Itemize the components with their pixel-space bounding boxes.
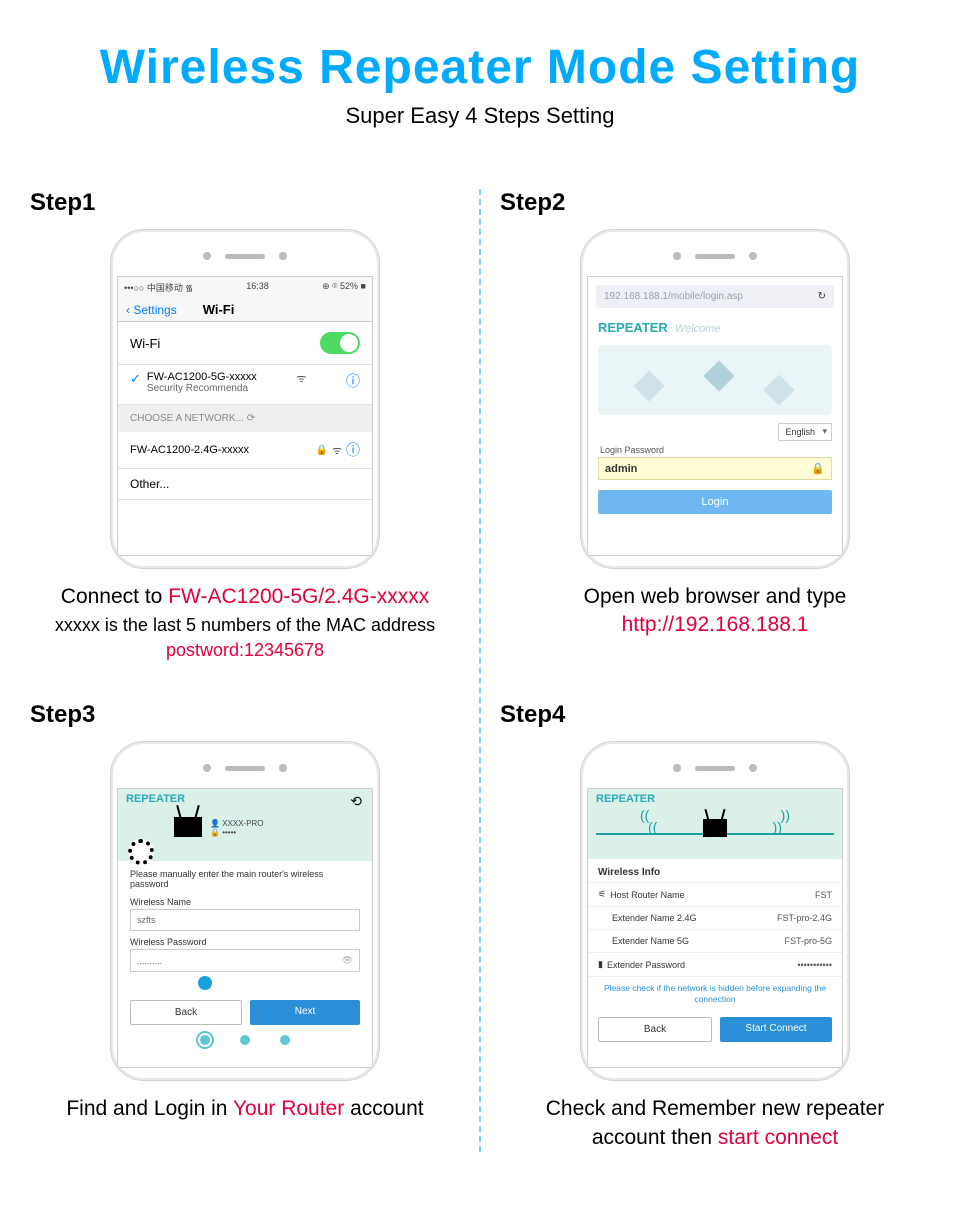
login-password-field[interactable]: admin 🔒	[598, 457, 832, 480]
brand-text: REPEATER	[126, 793, 185, 805]
steps-grid: Step1 •••○○ 中国移动 ᯾ 16:38 ⊕ ⌾ 52% ■ ‹ Set…	[30, 189, 930, 1152]
illustration	[598, 345, 832, 415]
url-bar[interactable]: 192.168.188.1/mobile/login.asp ↻	[596, 285, 834, 308]
connected-network-row[interactable]: ✓ FW-AC1200-5G-xxxxx Security Recommenda…	[118, 365, 372, 405]
other-network-row[interactable]: Other...	[118, 469, 372, 500]
step1-label: Step1	[30, 189, 460, 217]
wireless-password-label: Wireless Password	[130, 937, 360, 947]
wifi-signal-icon: ᯤ	[332, 443, 342, 458]
brand-header: REPEATER Welcome	[588, 314, 842, 339]
router-login-screen: REPEATER ⟲ 👤 XXXX-PRO🔒 ••••• Please manu…	[117, 788, 373, 1068]
lock-icon: 🔒	[316, 445, 328, 456]
phone-mockup-3: REPEATER ⟲ 👤 XXXX-PRO🔒 ••••• Please manu…	[110, 741, 380, 1081]
slider-handle-icon	[198, 976, 212, 990]
wireless-password-input[interactable]: .......... 👁	[130, 949, 360, 972]
welcome-text: Welcome	[675, 323, 721, 335]
info-icon[interactable]: ⓘ	[346, 440, 360, 460]
other-label: Other...	[130, 477, 169, 491]
language-select[interactable]: English	[778, 423, 832, 441]
network-item-1[interactable]: FW-AC1200-2.4G-xxxxx 🔒 ᯤ ⓘ	[118, 432, 372, 469]
start-connect-button[interactable]: Start Connect	[720, 1017, 832, 1042]
url-text: 192.168.188.1/mobile/login.asp	[604, 291, 743, 302]
host-router-icon: ⚟	[598, 889, 606, 900]
network-ssid: FW-AC1200-2.4G-xxxxx	[130, 444, 249, 456]
nav-bar: ‹ Settings Wi-Fi	[118, 298, 372, 322]
step-2: Step2 192.168.188.1/mobile/login.asp ↻ R…	[500, 189, 930, 661]
step2-caption-url: http://192.168.188.1	[500, 611, 930, 639]
info-row-password: ▮Extender Password •••••••••••	[588, 952, 842, 976]
status-time: 16:38	[246, 281, 269, 294]
wireless-name-label: Wireless Name	[130, 897, 360, 907]
extender-icon: ▮	[598, 959, 603, 970]
phone-mockup-4: REPEATER (( (( )) )) Wireless Info ⚟Host…	[580, 741, 850, 1081]
step4-caption-line1: Check and Remember new repeater	[500, 1095, 930, 1123]
wifi-signal-icon: ᯤ	[296, 371, 306, 386]
back-button[interactable]: ‹ Settings	[126, 303, 177, 317]
status-bar: •••○○ 中国移动 ᯾ 16:38 ⊕ ⌾ 52% ■	[118, 277, 372, 298]
repeater-header: REPEATER (( (( )) ))	[588, 789, 842, 859]
wifi-toggle-row[interactable]: Wi-Fi	[118, 322, 372, 365]
step3-label: Step3	[30, 701, 460, 729]
progress-dots	[130, 1035, 360, 1045]
eye-icon[interactable]: 👁	[342, 955, 353, 966]
brand-text: REPEATER	[598, 320, 668, 335]
phone-mockup-1: •••○○ 中国移动 ᯾ 16:38 ⊕ ⌾ 52% ■ ‹ Settings …	[110, 229, 380, 569]
step2-caption: Open web browser and type	[500, 583, 930, 611]
router-icon	[174, 817, 202, 837]
reload-icon[interactable]: ↻	[818, 291, 826, 302]
wifi-label: Wi-Fi	[130, 336, 160, 351]
info-row-host: ⚟Host Router Name FST	[588, 882, 842, 906]
step-3: Step3 REPEATER ⟲ 👤 XXXX-PRO🔒 ••••• Pleas…	[30, 701, 460, 1152]
login-password-label: Login Password	[588, 441, 842, 457]
router-icon	[703, 819, 727, 837]
login-page-screen: 192.168.188.1/mobile/login.asp ↻ REPEATE…	[587, 276, 843, 556]
router-credentials: 👤 XXXX-PRO🔒 •••••	[210, 819, 264, 837]
checkmark-icon: ✓	[130, 371, 141, 387]
step2-label: Step2	[500, 189, 930, 217]
wifi-settings-screen: •••○○ 中国移动 ᯾ 16:38 ⊕ ⌾ 52% ■ ‹ Settings …	[117, 276, 373, 556]
step4-caption-line2: account then start connect	[500, 1124, 930, 1152]
phone-notch	[117, 236, 373, 276]
wireless-info-heading: Wireless Info	[588, 859, 842, 882]
wifi-toggle-on[interactable]	[320, 332, 360, 354]
info-icon[interactable]: ⓘ	[346, 371, 360, 391]
step-1: Step1 •••○○ 中国移动 ᯾ 16:38 ⊕ ⌾ 52% ■ ‹ Set…	[30, 189, 460, 661]
lock-icon: 🔒	[811, 462, 825, 475]
login-value: admin	[605, 463, 637, 475]
login-button[interactable]: Login	[598, 490, 832, 514]
next-button[interactable]: Next	[250, 1000, 360, 1025]
step1-caption: Connect to FW-AC1200-5G/2.4G-xxxxx	[30, 583, 460, 611]
repeater-header: REPEATER ⟲ 👤 XXXX-PRO🔒 •••••	[118, 789, 372, 861]
instruction-text: Please manually enter the main router's …	[130, 869, 360, 889]
choose-network-header: CHOOSE A NETWORK... ⟳	[118, 405, 372, 432]
back-button[interactable]: Back	[130, 1000, 242, 1025]
warning-text: Please check if the network is hidden be…	[588, 976, 842, 1011]
brand-text: REPEATER	[596, 793, 655, 805]
step1-caption-sub: xxxxx is the last 5 numbers of the MAC a…	[30, 615, 460, 636]
step4-label: Step4	[500, 701, 930, 729]
step-4: Step4 REPEATER (( (( )) )) Wireless Info…	[500, 701, 930, 1152]
spinner-icon: ⟳	[247, 413, 255, 424]
security-note: Security Recommenda	[147, 383, 257, 394]
wireless-info-screen: REPEATER (( (( )) )) Wireless Info ⚟Host…	[587, 788, 843, 1068]
status-left: •••○○ 中国移动 ᯾	[124, 281, 193, 294]
signal-wave-icon: ))	[781, 807, 790, 823]
refresh-icon[interactable]: ⟲	[350, 793, 362, 810]
info-row-24g: Extender Name 2.4G FST-pro-2.4G	[588, 906, 842, 929]
back-button[interactable]: Back	[598, 1017, 712, 1042]
wireless-name-input[interactable]: szfts	[130, 909, 360, 931]
page-title: Wireless Repeater Mode Setting	[30, 40, 930, 95]
status-right: ⊕ ⌾ 52% ■	[322, 281, 366, 294]
nav-title: Wi-Fi	[203, 302, 235, 317]
phone-mockup-2: 192.168.188.1/mobile/login.asp ↻ REPEATE…	[580, 229, 850, 569]
connected-ssid: FW-AC1200-5G-xxxxx	[147, 371, 257, 383]
page-subtitle: Super Easy 4 Steps Setting	[30, 103, 930, 129]
step3-caption: Find and Login in Your Router account	[30, 1095, 460, 1123]
step1-caption-password: postword:12345678	[30, 640, 460, 661]
info-row-5g: Extender Name 5G FST-pro-5G	[588, 929, 842, 952]
